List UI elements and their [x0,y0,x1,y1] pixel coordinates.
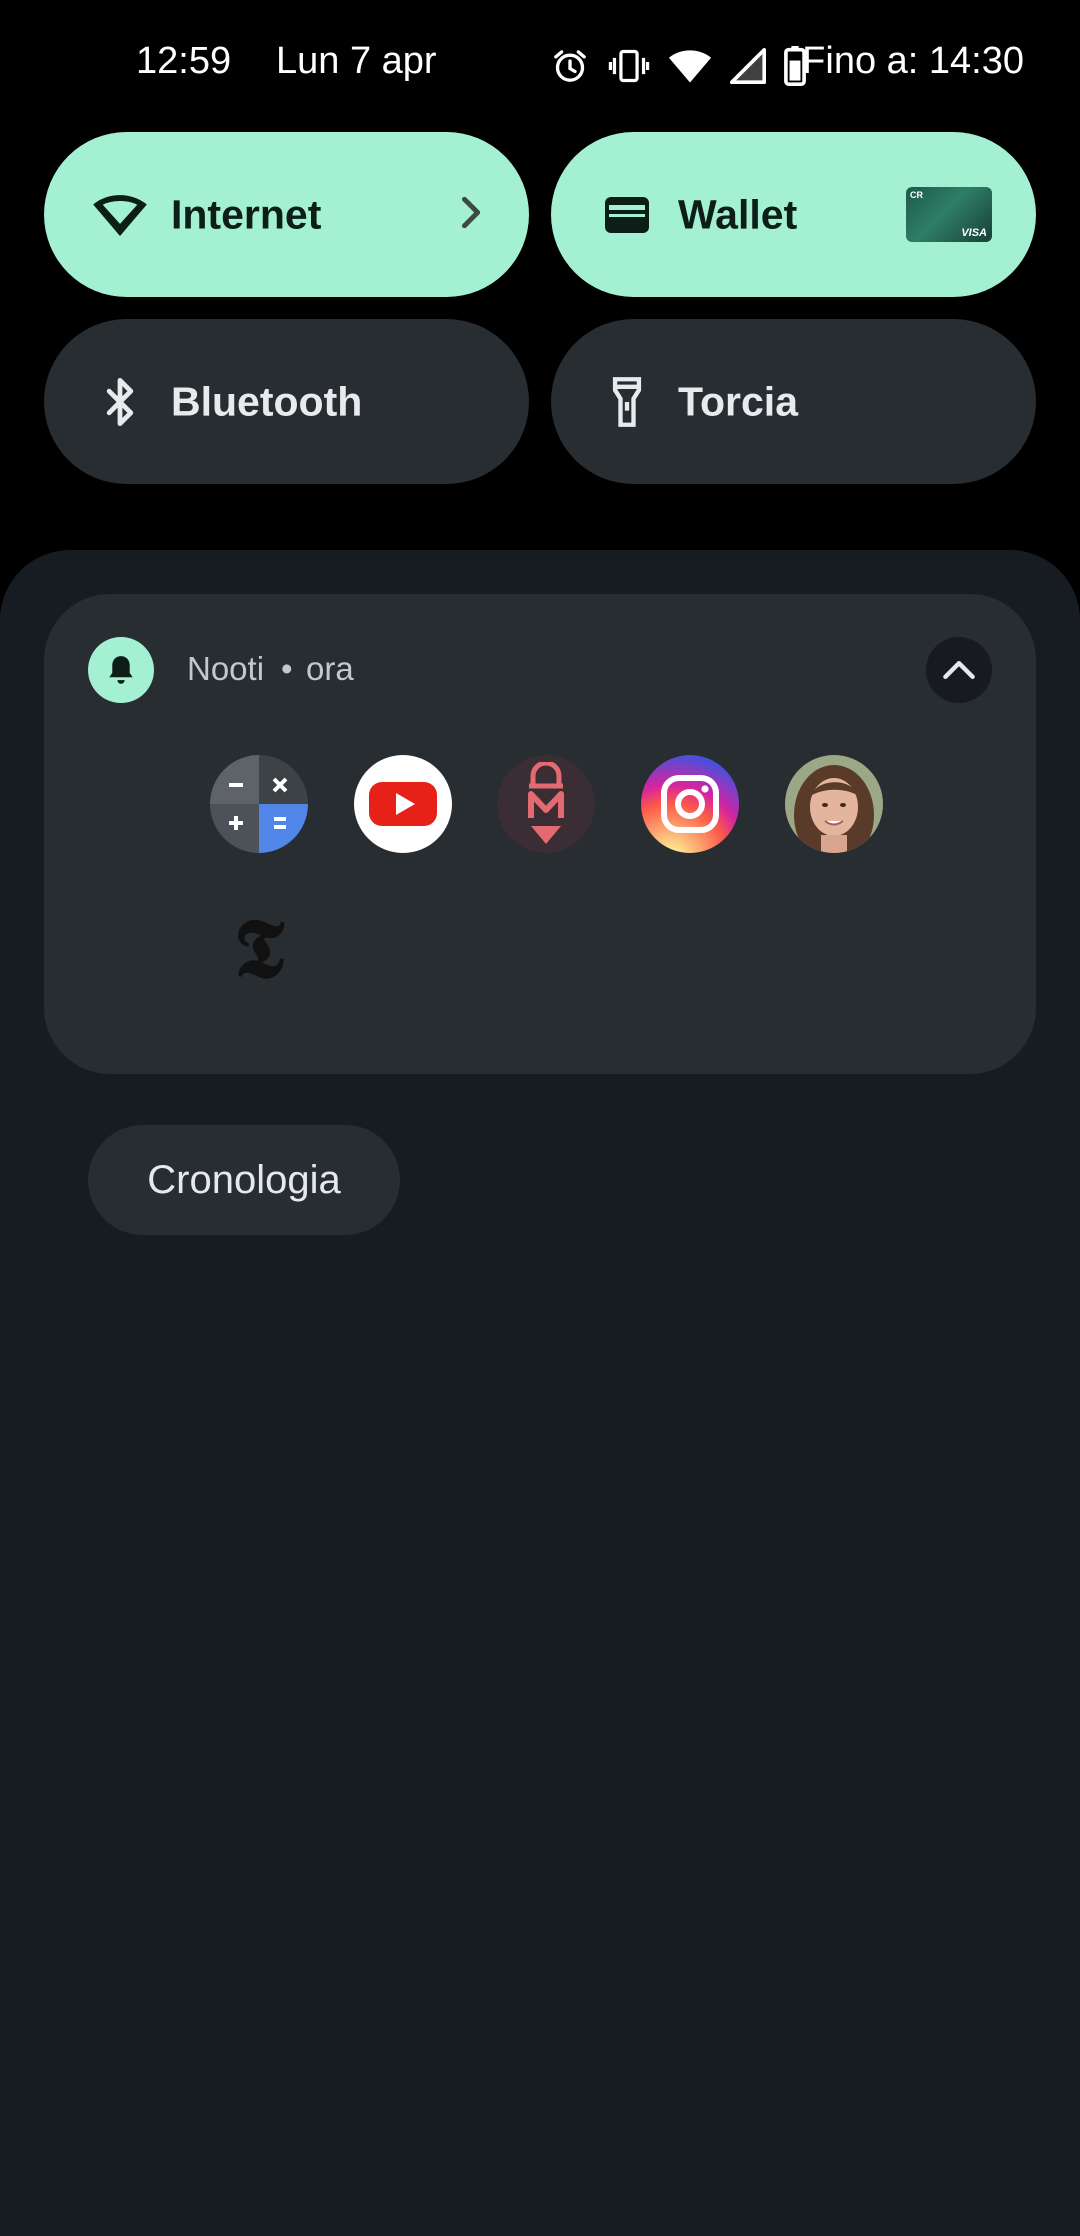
m-app-icon[interactable] [497,755,595,853]
battery-until-text: Fino a: 14:30 [802,40,1024,82]
youtube-app-icon[interactable] [354,755,452,853]
svg-text:𝕿: 𝕿 [234,907,285,991]
tile-label: Bluetooth [171,378,363,424]
tile-bluetooth[interactable]: Bluetooth [44,319,529,484]
chevron-right-icon[interactable] [459,195,485,234]
history-button[interactable]: Cronologia [88,1125,400,1235]
tile-wallet[interactable]: Wallet CR VISA [551,132,1036,297]
card-logo: CR [910,190,923,200]
notification-time: ora [306,650,354,687]
tile-internet[interactable]: Internet [44,132,529,297]
chevron-up-icon [943,660,975,680]
wallet-card-image: CR VISA [906,187,992,242]
status-time: 12:59 [136,40,232,82]
contact-photo-icon[interactable] [785,755,883,853]
wifi-icon [668,46,712,86]
status-icons [550,44,806,88]
flashlight-icon [595,370,659,434]
instagram-app-icon[interactable] [641,755,739,853]
status-bar: 12:59 Lun 7 apr Fino a: 14:30 [0,0,1080,130]
cellular-signal-icon [730,48,766,84]
calculator-app-icon[interactable] [210,755,308,853]
tile-label: Wallet [678,191,798,237]
vibrate-icon [608,46,650,86]
collapse-button[interactable] [926,637,992,703]
wallet-icon [595,183,659,247]
history-button-label: Cronologia [147,1157,341,1202]
bluetooth-icon [88,370,152,434]
notification-app-badge [88,637,154,703]
nytimes-app-icon[interactable]: 𝕿 [210,900,308,998]
notification-card[interactable]: Nooti • ora 𝕿 [44,594,1036,1074]
tile-label: Internet [171,191,322,237]
status-date: Lun 7 apr [276,40,437,82]
wifi-icon [88,183,152,247]
notification-app-name: Nooti [187,650,265,687]
tile-label: Torcia [678,378,798,424]
alarm-icon [550,46,590,86]
tile-torch[interactable]: Torcia [551,319,1036,484]
bell-icon [109,656,133,684]
notification-separator: • [281,650,293,687]
visa-logo: VISA [961,227,987,239]
